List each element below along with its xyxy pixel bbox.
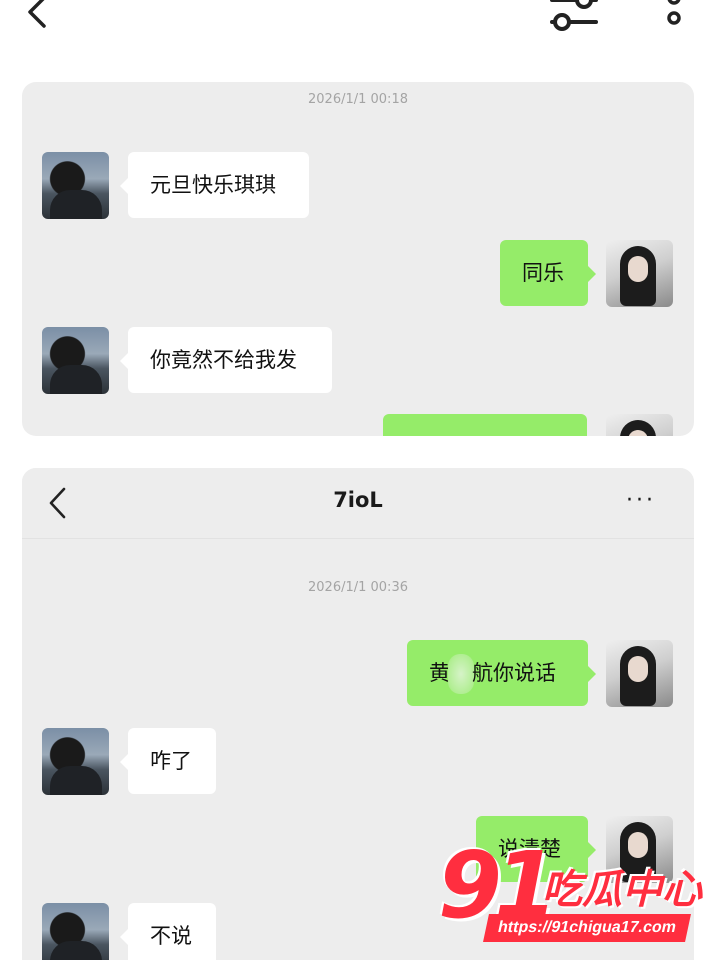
- contact-avatar[interactable]: [42, 327, 109, 394]
- tiktok-logo-icon: [194, 927, 216, 953]
- back-icon[interactable]: [22, 0, 58, 36]
- chat-header: 7ioL ···: [22, 468, 694, 539]
- self-avatar[interactable]: [606, 414, 673, 436]
- chat-timestamp: 2026/1/1 00:36: [308, 580, 408, 595]
- outgoing-message: 黄航你说话: [407, 640, 596, 706]
- more-icon[interactable]: ···: [626, 490, 662, 512]
- top-bar: [0, 0, 720, 50]
- incoming-message: 咋了: [120, 728, 216, 794]
- self-avatar[interactable]: [606, 640, 673, 707]
- incoming-message: 你竟然不给我发: [120, 327, 332, 393]
- censor-blur: [448, 654, 474, 694]
- more-vertical-icon[interactable]: [660, 0, 688, 38]
- chat-title: 7ioL: [333, 488, 383, 512]
- outgoing-message: [383, 414, 587, 436]
- back-icon[interactable]: [46, 486, 70, 520]
- sliders-icon[interactable]: [548, 0, 600, 38]
- self-avatar[interactable]: [606, 240, 673, 307]
- watermark-text: 吃瓜中心: [542, 867, 702, 913]
- watermark-url: https://91chigua17.com: [483, 914, 691, 942]
- outgoing-message: 同乐: [500, 240, 596, 306]
- page: 2026/1/1 00:18 元旦快乐琪琪 同乐 你竟然不给我发 7ioL ··…: [0, 0, 720, 960]
- chat-screenshot-1: 2026/1/1 00:18 元旦快乐琪琪 同乐 你竟然不给我发: [22, 82, 694, 436]
- contact-avatar[interactable]: [42, 903, 109, 960]
- message-text-part: 航你说话: [472, 661, 556, 685]
- incoming-message: 元旦快乐琪琪: [120, 152, 309, 218]
- contact-avatar[interactable]: [42, 152, 109, 219]
- chat-timestamp: 2026/1/1 00:18: [308, 92, 408, 107]
- contact-avatar[interactable]: [42, 728, 109, 795]
- message-text-part: 黄: [429, 661, 450, 685]
